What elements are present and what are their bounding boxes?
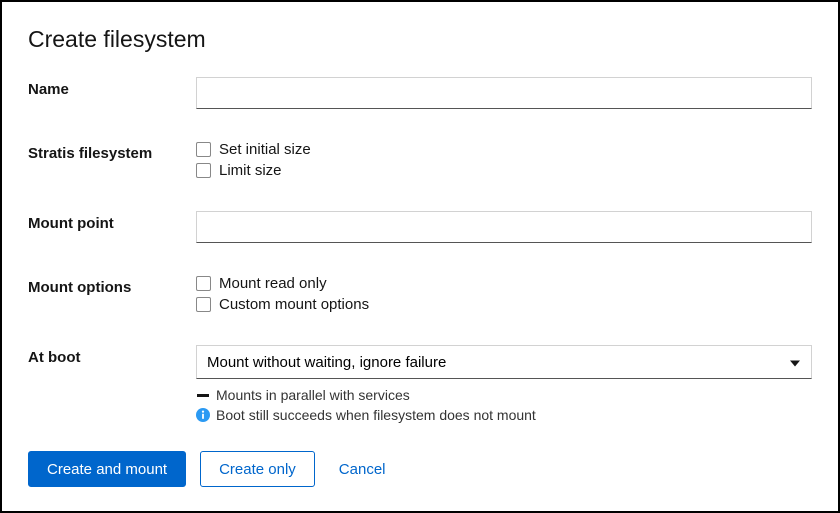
stratis-label: Stratis filesystem [28,141,196,162]
info-icon [196,408,210,422]
hint-boot-succeeds: Boot still succeeds when filesystem does… [196,407,812,423]
mount-point-row: Mount point [28,211,812,243]
limit-size-checkbox[interactable] [196,163,211,178]
set-initial-size-label[interactable]: Set initial size [219,141,311,158]
limit-size-option: Limit size [196,162,812,179]
hint-boot-succeeds-text: Boot still succeeds when filesystem does… [216,407,536,423]
custom-mount-options-option: Custom mount options [196,296,812,313]
dialog-title: Create filesystem [28,26,812,53]
stratis-row: Stratis filesystem Set initial size Limi… [28,141,812,179]
mount-options-label: Mount options [28,275,196,296]
mount-read-only-checkbox[interactable] [196,276,211,291]
set-initial-size-checkbox[interactable] [196,142,211,157]
custom-mount-options-label[interactable]: Custom mount options [219,296,369,313]
name-row: Name [28,77,812,109]
mount-read-only-label[interactable]: Mount read only [219,275,327,292]
hint-parallel-text: Mounts in parallel with services [216,387,410,403]
mount-point-label: Mount point [28,211,196,232]
name-label: Name [28,77,196,98]
dialog-actions: Create and mount Create only Cancel [28,451,396,487]
mount-options-row: Mount options Mount read only Custom mou… [28,275,812,313]
hint-parallel: Mounts in parallel with services [196,387,812,403]
set-initial-size-option: Set initial size [196,141,812,158]
mount-point-input[interactable] [196,211,812,243]
custom-mount-options-checkbox[interactable] [196,297,211,312]
create-only-button[interactable]: Create only [200,451,315,487]
create-filesystem-dialog: Create filesystem Name Stratis filesyste… [0,0,840,513]
minus-icon [196,388,210,402]
name-input[interactable] [196,77,812,109]
create-and-mount-button[interactable]: Create and mount [28,451,186,487]
at-boot-select[interactable]: Mount without waiting, ignore failure [196,345,812,379]
mount-read-only-option: Mount read only [196,275,812,292]
at-boot-label: At boot [28,345,196,366]
at-boot-row: At boot Mount without waiting, ignore fa… [28,345,812,423]
cancel-button[interactable]: Cancel [329,451,396,487]
limit-size-label[interactable]: Limit size [219,162,282,179]
